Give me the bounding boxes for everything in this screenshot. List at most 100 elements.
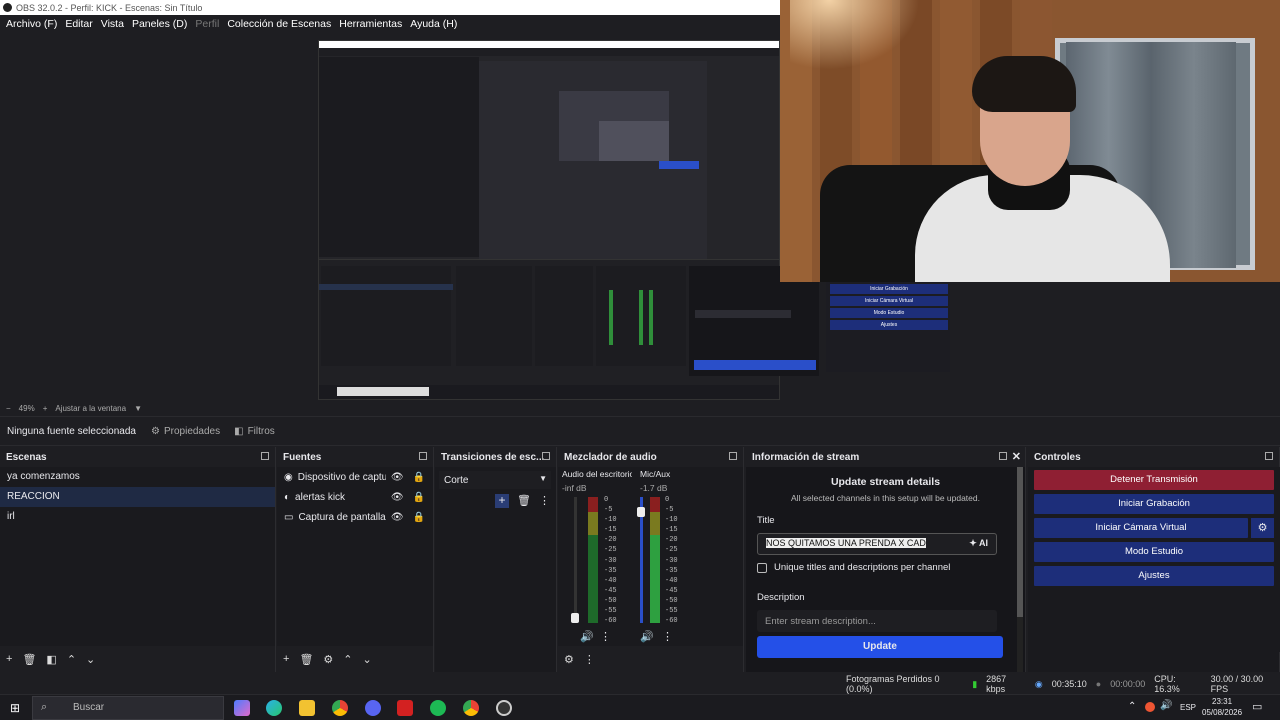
- more-icon[interactable]: ⋮: [584, 653, 595, 666]
- file-explorer-icon[interactable]: [299, 700, 315, 716]
- menu-vista[interactable]: Vista: [99, 15, 130, 34]
- tray-chevron-icon[interactable]: ⌃: [1128, 701, 1136, 712]
- voicemod-icon[interactable]: [397, 700, 413, 716]
- start-recording-button[interactable]: Iniciar Grabación: [1034, 494, 1274, 514]
- zoom-dropdown-icon[interactable]: ▼: [134, 404, 142, 413]
- edge-icon[interactable]: [266, 700, 282, 716]
- remove-transition-icon[interactable]: 🗑: [517, 494, 531, 507]
- meter-tick-label: 0: [665, 496, 670, 504]
- move-down-icon[interactable]: ⌄: [363, 653, 372, 666]
- copilot-icon[interactable]: [234, 700, 250, 716]
- virtual-camera-button[interactable]: Iniciar Cámara Virtual: [1034, 518, 1248, 538]
- clock-time[interactable]: 23:31: [1212, 697, 1232, 706]
- menu-paneles[interactable]: Paneles (D): [130, 15, 193, 34]
- scene-item[interactable]: irl: [0, 507, 275, 527]
- windows-start-icon[interactable]: ⊞: [10, 701, 20, 715]
- language-indicator[interactable]: ESP: [1180, 703, 1196, 712]
- undock-icon[interactable]: [1265, 452, 1273, 460]
- eye-icon[interactable]: 👁: [391, 512, 404, 523]
- sources-title: Fuentes: [283, 452, 322, 463]
- more-icon[interactable]: ⋮: [539, 494, 550, 507]
- signal-icon: ▮: [972, 678, 978, 689]
- menu-editar[interactable]: Editar: [63, 15, 98, 34]
- clock-date[interactable]: 05/08/2026: [1202, 708, 1242, 717]
- more-icon[interactable]: ⋮: [600, 630, 611, 643]
- meter-tick-label: -15: [604, 526, 617, 535]
- ai-button[interactable]: ✦ AI: [969, 538, 988, 549]
- speaker-icon[interactable]: 🔊: [640, 630, 654, 643]
- status-bar: Fotogramas Perdidos 0 (0.0%) ▮ 2867 kbps…: [746, 674, 1280, 694]
- menu-perfil[interactable]: Perfil: [193, 15, 225, 34]
- properties-button[interactable]: ⚙ Propiedades: [151, 426, 220, 437]
- bitrate: 2867 kbps: [986, 674, 1007, 694]
- move-down-icon[interactable]: ⌄: [86, 653, 95, 666]
- meter-tick-label: -60: [665, 617, 678, 626]
- virtual-camera-settings-icon[interactable]: ⚙: [1251, 518, 1274, 538]
- discord-app-icon[interactable]: [365, 700, 381, 716]
- stop-stream-button[interactable]: Detener Transmisión: [1034, 470, 1274, 490]
- undock-icon[interactable]: [999, 452, 1007, 460]
- source-item[interactable]: ◉ Dispositivo de captura de vídeo 👁 🔒: [277, 467, 433, 487]
- stream-scrollbar[interactable]: [1017, 467, 1023, 672]
- lock-icon[interactable]: 🔒: [413, 472, 425, 483]
- title-input[interactable]: NOS QUITAMOS UNA PRENDA X CADA SE ✦ AI: [757, 533, 997, 555]
- zoom-in-button[interactable]: +: [43, 404, 48, 413]
- desktop-volume-slider[interactable]: [571, 497, 579, 623]
- more-icon[interactable]: ⋮: [662, 630, 673, 643]
- stream-icon: ◉: [1034, 678, 1043, 689]
- move-up-icon[interactable]: ⌃: [67, 653, 76, 666]
- menu-coleccion[interactable]: Colección de Escenas: [225, 15, 337, 34]
- studio-mode-button[interactable]: Modo Estudio: [1034, 542, 1274, 562]
- meter-tick-label: -30: [665, 556, 678, 565]
- meter-tick-label: -40: [665, 576, 678, 585]
- zoom-out-button[interactable]: −: [6, 404, 11, 413]
- notification-icon[interactable]: ▭: [1252, 700, 1262, 713]
- scene-item-selected[interactable]: REACCION: [0, 487, 275, 507]
- browser-icon: ◐: [284, 491, 291, 503]
- add-scene-icon[interactable]: +: [6, 653, 12, 665]
- taskbar-search[interactable]: ⌕ Buscar: [32, 696, 224, 720]
- source-item[interactable]: ▭ Captura de pantalla 👁 🔒: [277, 507, 433, 527]
- undock-icon[interactable]: [261, 452, 269, 460]
- settings-button[interactable]: Ajustes: [1034, 566, 1274, 586]
- scene-filters-icon[interactable]: ◧: [46, 653, 56, 666]
- menu-ayuda[interactable]: Ayuda (H): [408, 15, 463, 34]
- move-up-icon[interactable]: ⌃: [343, 653, 352, 666]
- checkbox[interactable]: [757, 562, 767, 573]
- spotify-icon[interactable]: [430, 700, 446, 716]
- source-props-icon[interactable]: ⚙: [323, 653, 333, 666]
- lock-icon[interactable]: 🔒: [413, 492, 425, 503]
- transition-select[interactable]: Corte ▼: [439, 471, 551, 489]
- undock-icon[interactable]: [419, 452, 427, 460]
- add-source-icon[interactable]: +: [283, 653, 289, 665]
- filters-button[interactable]: ◧ Filtros: [234, 426, 275, 437]
- obs-taskbar-icon[interactable]: [496, 700, 512, 716]
- remove-scene-icon[interactable]: 🗑: [22, 653, 36, 666]
- menu-herramientas[interactable]: Herramientas: [337, 15, 408, 34]
- title-label: Title: [757, 515, 775, 526]
- mic-volume-slider[interactable]: [637, 497, 645, 623]
- speaker-icon[interactable]: 🔊: [580, 630, 594, 643]
- meter-tick-label: -40: [604, 576, 617, 585]
- eye-icon[interactable]: 👁: [391, 472, 404, 483]
- mini-record-button: Iniciar Grabación: [830, 284, 948, 294]
- close-icon[interactable]: ✕: [1012, 450, 1021, 463]
- menu-archivo[interactable]: Archivo (F): [4, 15, 63, 34]
- description-input[interactable]: Enter stream description...: [757, 610, 997, 632]
- volume-icon[interactable]: 🔊: [1160, 700, 1172, 711]
- undock-icon[interactable]: [729, 452, 737, 460]
- add-transition-icon[interactable]: +: [495, 494, 509, 508]
- chrome-profile-icon[interactable]: [463, 700, 479, 716]
- lock-icon[interactable]: 🔒: [413, 512, 425, 523]
- tray-app-icon[interactable]: [1145, 702, 1155, 712]
- controls-dock: Controles Detener Transmisión Iniciar Gr…: [1028, 447, 1280, 672]
- scene-item[interactable]: ya comenzamos: [0, 467, 275, 487]
- unique-checkbox-row[interactable]: Unique titles and descriptions per chann…: [757, 562, 950, 573]
- update-button[interactable]: Update: [757, 636, 1003, 658]
- mixer-settings-icon[interactable]: ⚙: [564, 653, 574, 666]
- chrome-icon[interactable]: [332, 700, 348, 716]
- remove-source-icon[interactable]: 🗑: [299, 653, 313, 666]
- source-item[interactable]: ◐ alertas kick 👁 🔒: [277, 487, 433, 507]
- eye-icon[interactable]: 👁: [391, 492, 404, 503]
- undock-icon[interactable]: [542, 452, 550, 460]
